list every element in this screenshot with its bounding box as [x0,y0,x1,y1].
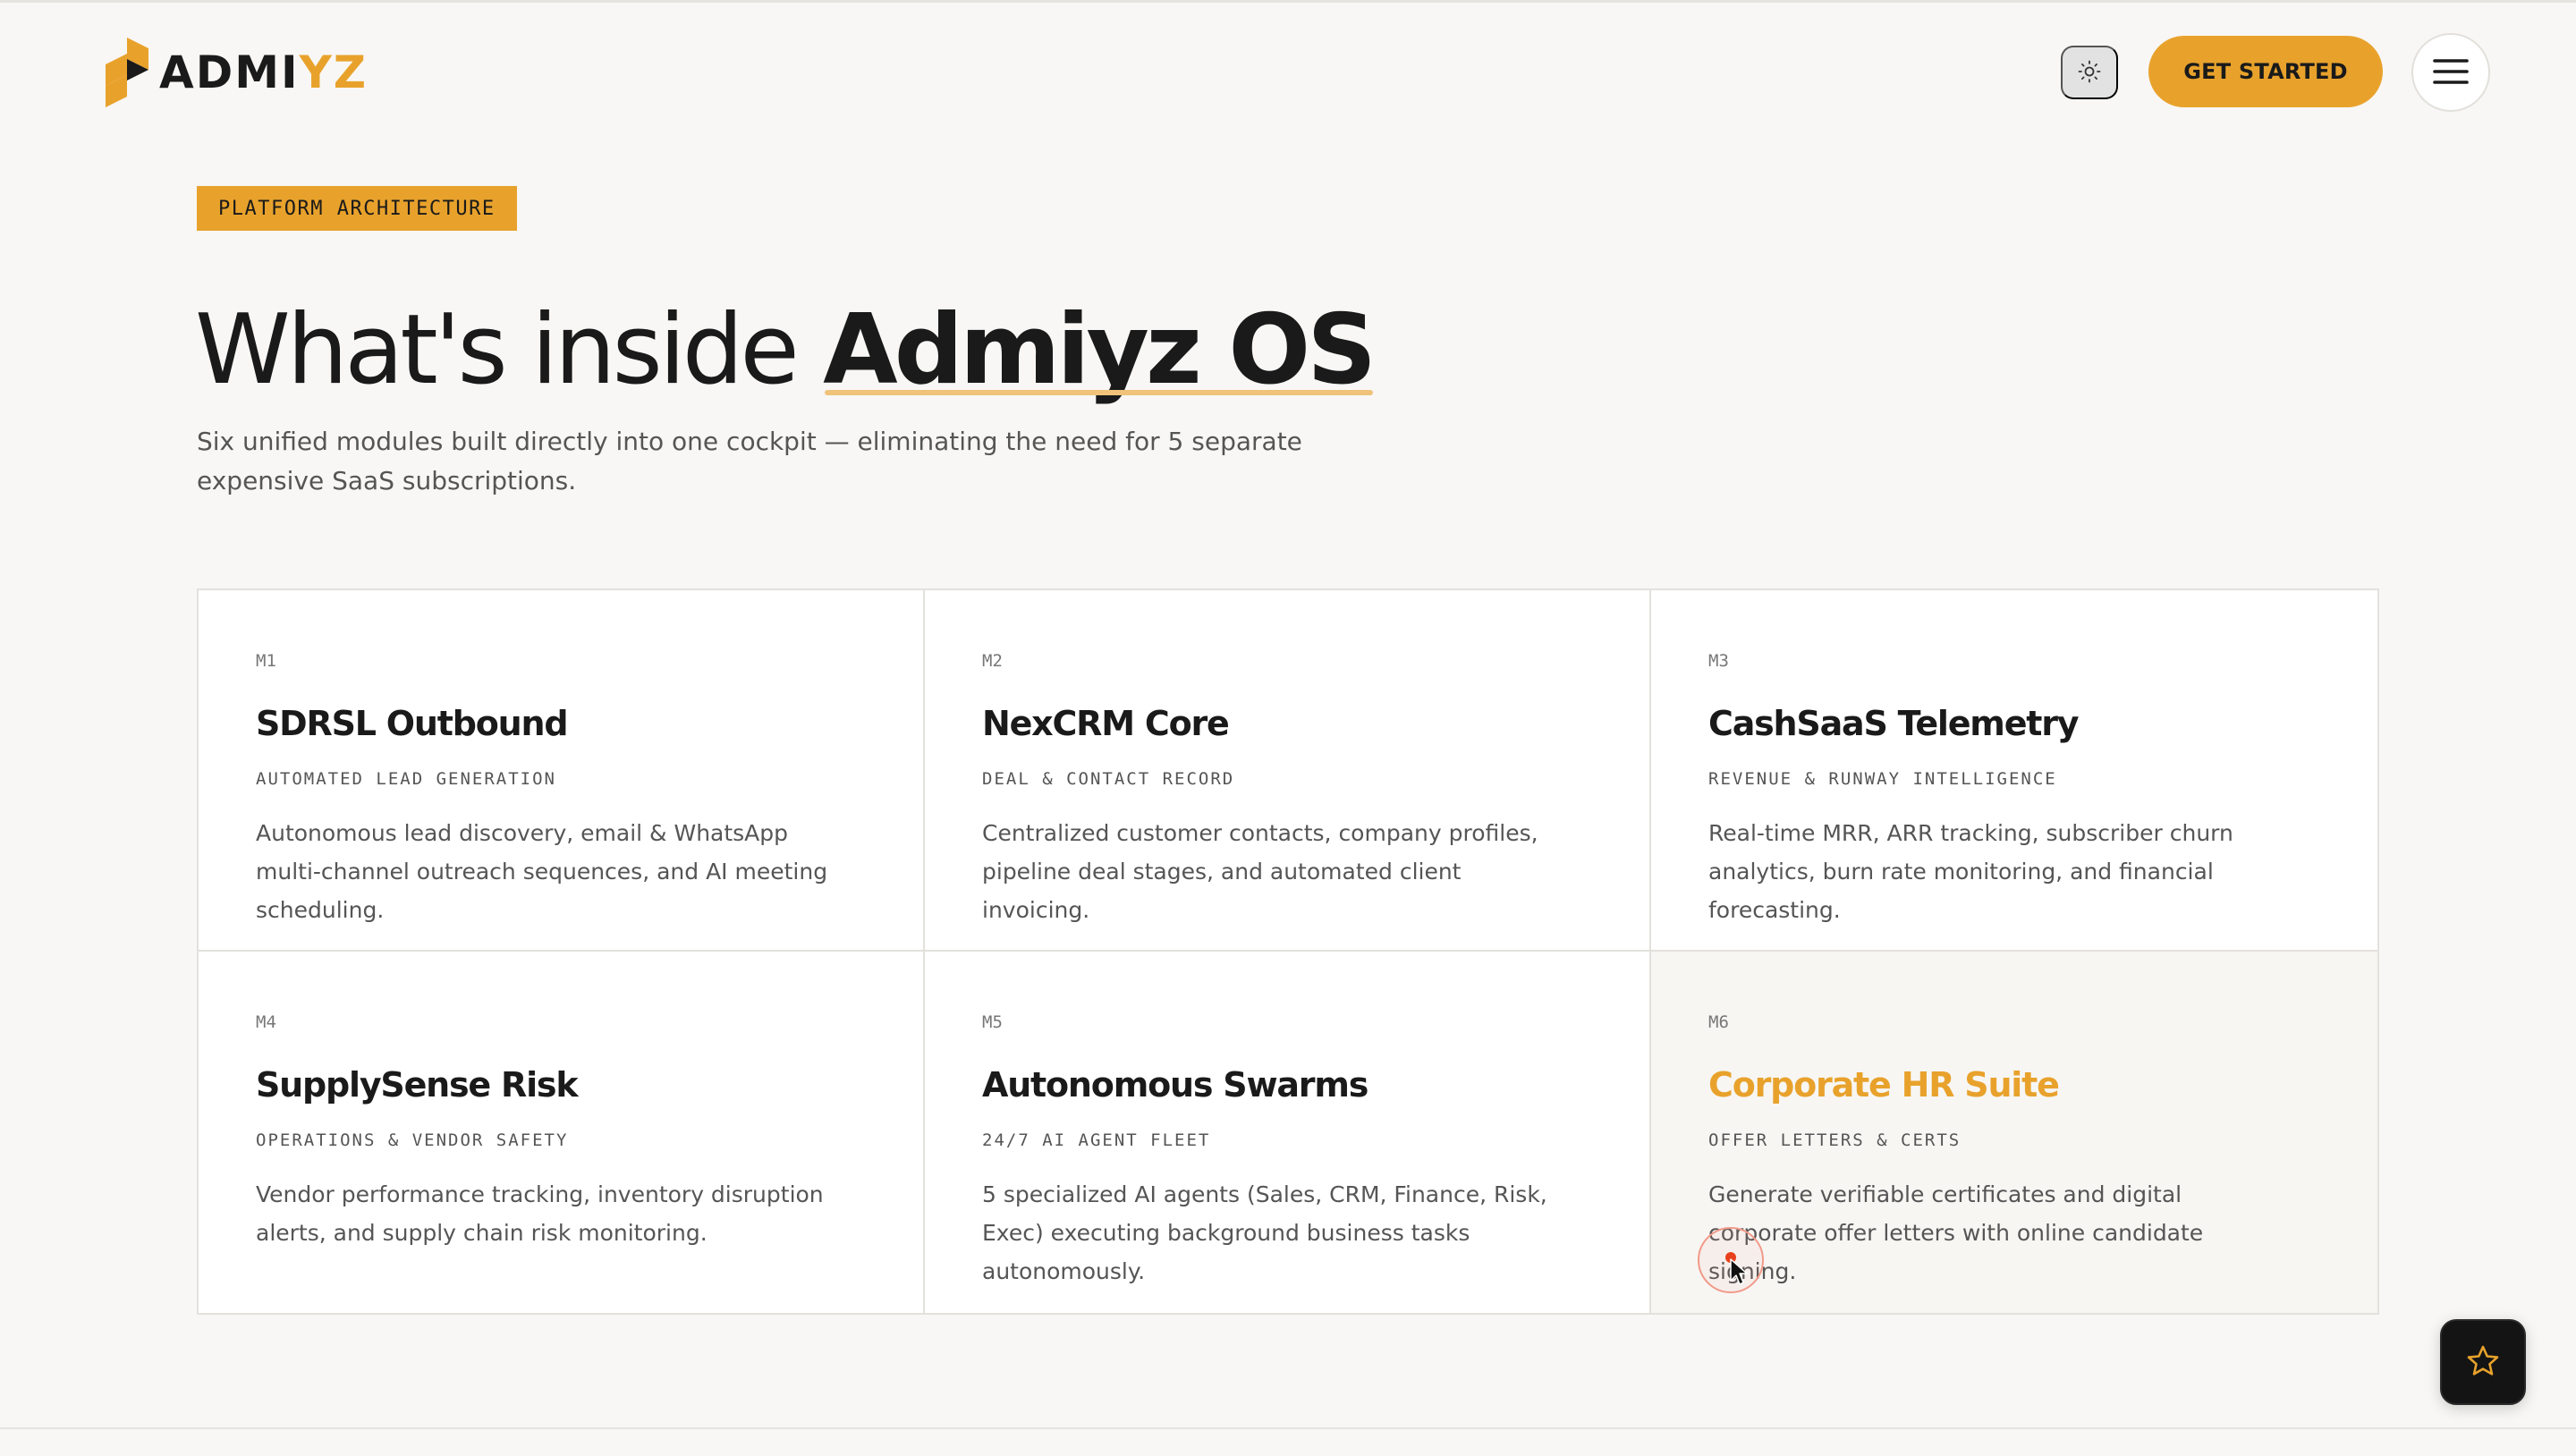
section-tag: PLATFORM ARCHITECTURE [197,186,517,231]
module-number: M6 [1708,1012,1729,1032]
module-number: M5 [982,1012,1003,1032]
logo-wordmark: ADMIYZ [159,47,369,98]
module-number: M2 [982,651,1003,671]
module-title: CashSaaS Telemetry [1708,704,2080,743]
section-divider [0,1427,2576,1429]
module-card[interactable]: M2 NexCRM Core DEAL & CONTACT RECORD Cen… [925,590,1651,952]
star-icon [2465,1343,2501,1382]
module-title: SupplySense Risk [256,1065,579,1105]
page-title: What's inside Admiyz OS [195,288,1377,413]
modules-grid: M1 SDRSL Outbound AUTOMATED LEAD GENERAT… [197,588,2379,1315]
module-subtitle: AUTOMATED LEAD GENERATION [256,769,556,789]
get-started-button[interactable]: GET STARTED [2148,36,2383,107]
module-description: Real-time MRR, ARR tracking, subscriber … [1708,820,2233,923]
module-card[interactable]: M5 Autonomous Swarms 24/7 AI AGENT FLEET… [925,952,1651,1313]
module-subtitle: REVENUE & RUNWAY INTELLIGENCE [1708,769,2057,789]
menu-button[interactable] [2411,33,2490,112]
module-title: Autonomous Swarms [982,1065,1368,1105]
module-subtitle: DEAL & CONTACT RECORD [982,769,1235,789]
sun-icon [2078,60,2101,86]
module-number: M3 [1708,651,1729,671]
theme-toggle-button[interactable] [2061,46,2118,99]
module-description: Generate verifiable certificates and dig… [1708,1181,2204,1284]
mouse-pointer-icon [1729,1257,1750,1288]
module-card[interactable]: M4 SupplySense Risk OPERATIONS & VENDOR … [199,952,925,1313]
module-number: M4 [256,1012,276,1032]
hamburger-menu-icon [2433,58,2469,88]
favorite-floating-button[interactable] [2440,1319,2526,1405]
module-description: 5 specialized AI agents (Sales, CRM, Fin… [982,1181,1547,1284]
site-header: ADMIYZ GET STARTED [0,0,2576,143]
module-subtitle: OFFER LETTERS & CERTS [1708,1130,1962,1150]
module-subtitle: OPERATIONS & VENDOR SAFETY [256,1130,569,1150]
admiyz-logo-icon [102,38,152,107]
page-subtitle: Six unified modules built directly into … [197,427,1302,495]
module-description: Autonomous lead discovery, email & Whats… [256,820,828,923]
module-title: SDRSL Outbound [256,704,569,743]
module-description: Centralized customer contacts, company p… [982,820,1538,923]
brand-logo[interactable]: ADMIYZ [102,38,368,107]
module-number: M1 [256,651,276,671]
title-highlight: Admiyz OS [823,288,1377,413]
module-title: NexCRM Core [982,704,1230,743]
module-card[interactable]: M1 SDRSL Outbound AUTOMATED LEAD GENERAT… [199,590,925,952]
module-card[interactable]: M3 CashSaaS Telemetry REVENUE & RUNWAY I… [1651,590,2377,952]
module-description: Vendor performance tracking, inventory d… [256,1181,824,1246]
module-subtitle: 24/7 AI AGENT FLEET [982,1130,1211,1150]
module-title: Corporate HR Suite [1708,1065,2060,1105]
title-lead: What's inside [195,294,824,406]
